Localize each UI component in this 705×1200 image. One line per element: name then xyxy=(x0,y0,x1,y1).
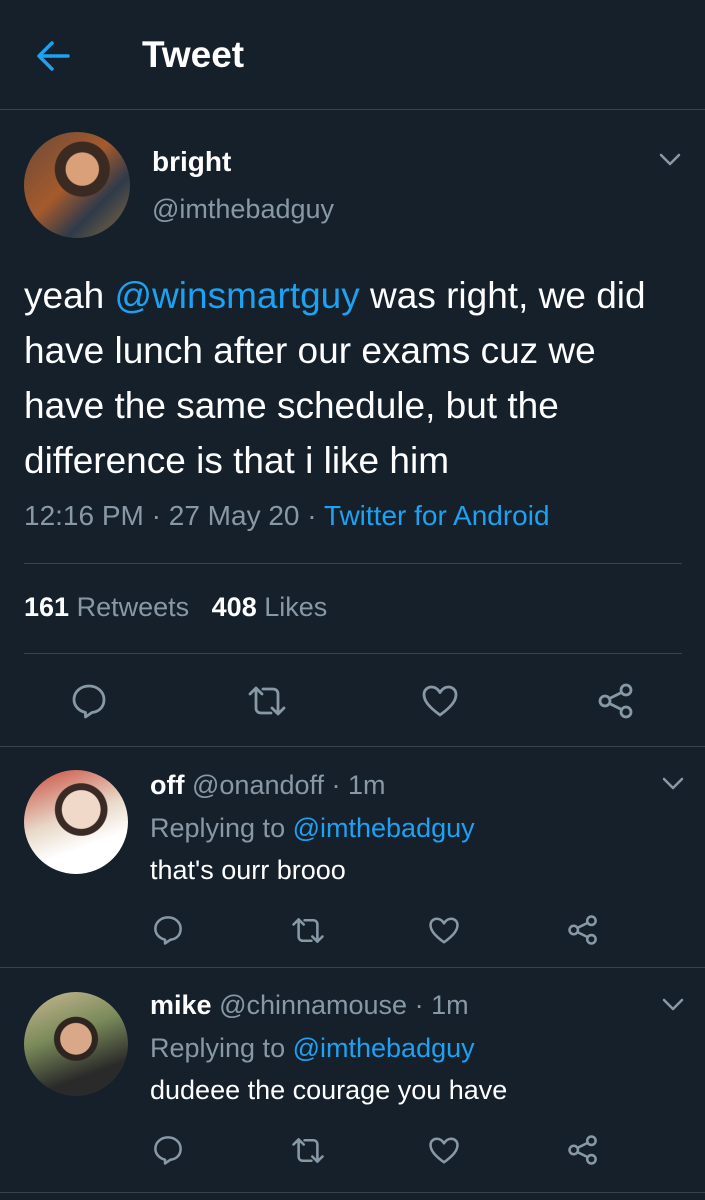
retweet-icon[interactable] xyxy=(290,1136,326,1165)
divider xyxy=(24,563,682,564)
retweets-count: 161 xyxy=(24,592,70,622)
author-avatar[interactable] xyxy=(24,132,130,238)
replying-to: Replying to @imthebadguy xyxy=(150,813,475,844)
reply-time: · 1m xyxy=(414,990,469,1020)
page-title: Tweet xyxy=(142,34,245,75)
chevron-down-icon[interactable] xyxy=(661,997,685,1013)
retweets-label: Retweets xyxy=(76,592,190,622)
replying-to: Replying to @imthebadguy xyxy=(150,1033,475,1064)
reply-header: off @onandoff · 1m xyxy=(150,770,386,801)
divider xyxy=(24,653,682,654)
reply-icon[interactable] xyxy=(152,914,184,946)
like-icon[interactable] xyxy=(428,916,460,945)
reply-author-handle[interactable]: @chinnamouse xyxy=(219,990,407,1020)
back-arrow-icon[interactable] xyxy=(32,36,74,76)
reply-author-name[interactable]: off xyxy=(150,770,184,800)
meta-separator: · xyxy=(307,500,317,531)
tweet-text: yeah @winsmartguy was right, we did have… xyxy=(24,268,684,488)
replying-to-mention[interactable]: @imthebadguy xyxy=(293,813,475,843)
tweet-stats: 161 Retweets 408 Likes xyxy=(24,592,327,623)
divider xyxy=(0,1192,705,1193)
retweet-icon[interactable] xyxy=(290,916,326,945)
reply-icon[interactable] xyxy=(70,682,108,720)
chevron-down-icon[interactable] xyxy=(658,152,682,168)
meta-separator: · xyxy=(151,500,161,531)
replying-to-label: Replying to xyxy=(150,1033,286,1063)
retweets-stat[interactable]: 161 Retweets xyxy=(24,592,189,622)
author-name[interactable]: bright xyxy=(152,146,231,178)
reply-avatar[interactable] xyxy=(24,770,128,874)
reply-avatar[interactable] xyxy=(24,992,128,1096)
reply-header: mike @chinnamouse · 1m xyxy=(150,990,469,1021)
author-handle[interactable]: @imthebadguy xyxy=(152,194,334,225)
tweet-meta: 12:16 PM · 27 May 20 · Twitter for Andro… xyxy=(24,500,550,532)
reply-author-handle[interactable]: @onandoff xyxy=(192,770,324,800)
reply-time: · 1m xyxy=(331,770,386,800)
reply-text: dudeee the courage you have xyxy=(150,1075,508,1105)
tweet-text-start: yeah xyxy=(24,275,115,316)
share-icon[interactable] xyxy=(596,682,636,720)
likes-count: 408 xyxy=(211,592,257,622)
replying-to-mention[interactable]: @imthebadguy xyxy=(293,1033,475,1063)
replying-to-label: Replying to xyxy=(150,813,286,843)
likes-label: Likes xyxy=(264,592,328,622)
divider xyxy=(0,967,705,968)
tweet-time: 12:16 PM xyxy=(24,500,144,531)
tweet-date: 27 May 20 xyxy=(168,500,300,531)
top-bar: Tweet xyxy=(0,0,705,110)
like-icon[interactable] xyxy=(421,684,459,718)
likes-stat[interactable]: 408 Likes xyxy=(212,592,328,622)
chevron-down-icon[interactable] xyxy=(661,776,685,792)
share-icon[interactable] xyxy=(566,914,600,946)
divider xyxy=(0,746,705,747)
tweet-source-link[interactable]: Twitter for Android xyxy=(324,500,550,531)
reply-icon[interactable] xyxy=(152,1134,184,1166)
share-icon[interactable] xyxy=(566,1134,600,1166)
retweet-icon[interactable] xyxy=(246,684,288,718)
like-icon[interactable] xyxy=(428,1136,460,1165)
reply-text: that's ourr brooo xyxy=(150,855,346,885)
reply-author-name[interactable]: mike xyxy=(150,990,212,1020)
mention-link[interactable]: @winsmartguy xyxy=(115,275,360,316)
